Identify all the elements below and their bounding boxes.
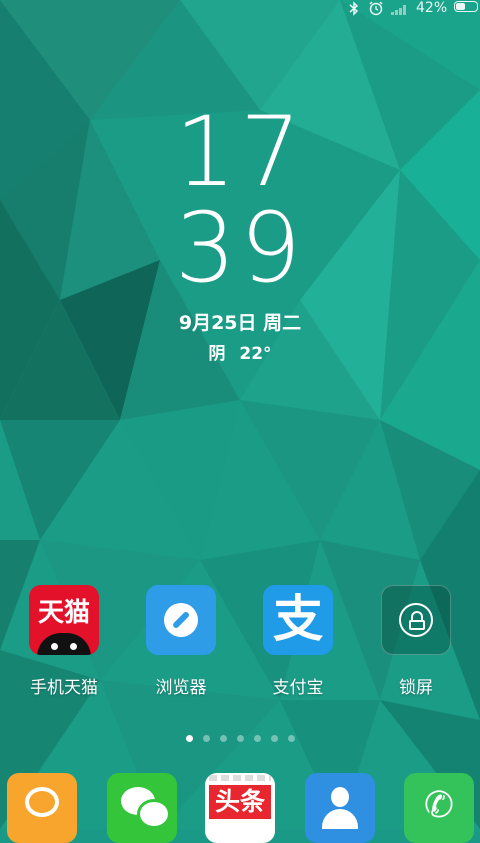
alarm-icon	[368, 0, 384, 20]
date-text: 9月25日 周二	[178, 312, 302, 334]
wechat-icon[interactable]	[107, 773, 177, 843]
tmall-eye-right	[70, 643, 77, 650]
contact-head	[331, 787, 349, 807]
message-bubble	[25, 787, 59, 817]
toutiao-icon[interactable]: 头条	[205, 773, 275, 843]
wechat-bubble-small	[137, 799, 171, 829]
status-bar: 42%	[0, 0, 480, 18]
page-dot[interactable]	[253, 735, 261, 742]
weather-condition: 阴	[208, 344, 226, 364]
clock-hour: 17	[174, 96, 306, 208]
lock-body	[409, 620, 425, 630]
tmall-icon-text: 天猫	[37, 598, 90, 628]
page-indicator[interactable]	[0, 727, 480, 746]
battery-icon	[454, 1, 478, 12]
contact-torso	[322, 809, 358, 829]
bluetooth-icon	[348, 1, 360, 20]
phone-icon[interactable]: ✆	[404, 773, 474, 843]
app-lockscreen[interactable]: 锁屏	[357, 585, 475, 698]
page-dot[interactable]	[219, 735, 227, 742]
signal-icon	[391, 3, 411, 19]
page-dot[interactable]	[185, 735, 193, 742]
alipay-icon-text: 支	[273, 590, 323, 648]
app-label: 手机天猫	[30, 678, 98, 698]
toutiao-stripe	[209, 775, 271, 781]
messages-icon[interactable]	[7, 773, 77, 843]
app-label: 锁屏	[399, 678, 433, 698]
page-dot[interactable]	[270, 735, 278, 742]
page-dot[interactable]	[287, 735, 295, 742]
app-tmall[interactable]: 天猫 手机天猫	[5, 585, 123, 698]
tmall-cat-face	[37, 633, 91, 655]
battery-percent: 42%	[416, 0, 448, 16]
app-browser[interactable]: 浏览器	[122, 585, 240, 698]
page-dot[interactable]	[236, 735, 244, 742]
alipay-icon[interactable]: 支	[263, 585, 333, 655]
phone-handset: ✆	[423, 785, 455, 826]
toutiao-icon-text: 头条	[209, 785, 271, 819]
browser-icon[interactable]	[146, 585, 216, 655]
app-alipay[interactable]: 支 支付宝	[239, 585, 357, 698]
weather-temperature: 22°	[239, 344, 272, 364]
weather: 阴 22°	[0, 339, 480, 364]
app-label: 支付宝	[272, 678, 324, 698]
battery-level	[456, 3, 466, 10]
tmall-icon[interactable]: 天猫	[29, 585, 99, 655]
contacts-icon[interactable]	[305, 773, 375, 843]
tmall-eye-left	[51, 643, 58, 650]
lock-icon[interactable]	[381, 585, 451, 655]
page-dot[interactable]	[202, 735, 210, 742]
clock-minute: 39	[174, 192, 306, 304]
app-label: 浏览器	[155, 678, 207, 698]
